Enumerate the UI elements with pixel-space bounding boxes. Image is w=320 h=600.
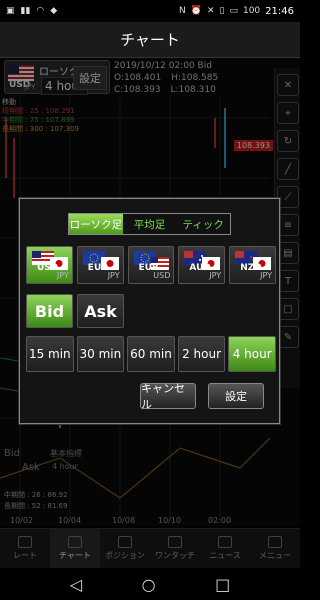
chart-type-tick[interactable]: ティック: [176, 214, 230, 234]
pair-eur-usd[interactable]: EUR USD: [127, 246, 175, 284]
timeframe-60min[interactable]: 60 min: [127, 336, 175, 372]
confirm-button[interactable]: 設定: [208, 383, 264, 409]
pair-code-base: EUR: [87, 263, 109, 273]
pair-code-quote: JPY: [260, 271, 272, 280]
status-time: 21:46: [265, 5, 294, 17]
chart-type-heikin[interactable]: 平均足: [123, 214, 177, 234]
pair-code-quote: JPY: [56, 271, 69, 280]
page-title: チャート: [0, 22, 300, 58]
pair-nzd-jpy[interactable]: NZD JPY: [229, 246, 276, 284]
wifi-icon: ◠: [36, 6, 45, 16]
pair-code-base: AUD: [189, 263, 211, 273]
battery-icon: ▭: [229, 6, 238, 16]
app-icon: ▣: [6, 6, 15, 16]
pair-code-quote: JPY: [107, 271, 120, 280]
status-bar: ▣ ▮▮ ◠ ◆ N ⏰ ✕ ▯ ▭ 100 21:46: [0, 0, 300, 22]
chart-type-selector: ローソク足 平均足 ティック: [68, 213, 231, 235]
signal-icon: ▮▮: [20, 6, 31, 16]
timeframe-selector: 15 min 30 min 60 min 2 hour 4 hour: [26, 336, 276, 372]
home-icon[interactable]: ○: [142, 575, 156, 594]
alarm-icon: ⏰: [190, 6, 202, 16]
timeframe-30min[interactable]: 30 min: [76, 336, 125, 372]
currency-pair-row: USD JPY EUR JPY EUR USD AUD JPY NZD JPY: [26, 246, 276, 284]
timeframe-4hour[interactable]: 4 hour: [228, 336, 276, 372]
back-icon[interactable]: ◁: [70, 575, 82, 594]
pair-code-quote: USD: [153, 271, 171, 280]
chart-settings-dialog: ローソク足 平均足 ティック USD JPY EUR JPY EUR USD A…: [19, 198, 280, 424]
recents-icon[interactable]: □: [215, 575, 230, 594]
dialog-actions: キャンセル 設定: [140, 382, 264, 411]
pair-aud-jpy[interactable]: AUD JPY: [178, 246, 226, 284]
bid-button[interactable]: Bid: [26, 294, 73, 328]
timeframe-2hour[interactable]: 2 hour: [177, 336, 226, 372]
pair-usd-jpy[interactable]: USD JPY: [26, 246, 73, 284]
chart-type-candle[interactable]: ローソク足: [69, 214, 123, 234]
page-title-text: チャート: [120, 31, 180, 49]
timeframe-15min[interactable]: 15 min: [26, 336, 74, 372]
pair-eur-jpy[interactable]: EUR JPY: [76, 246, 124, 284]
pair-code-quote: JPY: [209, 271, 222, 280]
nfc-icon: N: [179, 6, 186, 16]
mute-icon: ✕: [206, 6, 215, 16]
system-nav-bar: ◁ ○ □: [0, 568, 300, 600]
dropbox-icon: ◆: [50, 6, 58, 16]
battery-percent: 100: [242, 6, 261, 16]
pair-code-base: NZD: [240, 263, 262, 273]
ask-button[interactable]: Ask: [77, 294, 124, 328]
pair-code-base: USD: [37, 263, 59, 273]
vibrate-icon: ▯: [219, 6, 225, 16]
price-side-selector: Bid Ask: [26, 294, 124, 328]
cancel-button[interactable]: キャンセル: [140, 382, 196, 411]
